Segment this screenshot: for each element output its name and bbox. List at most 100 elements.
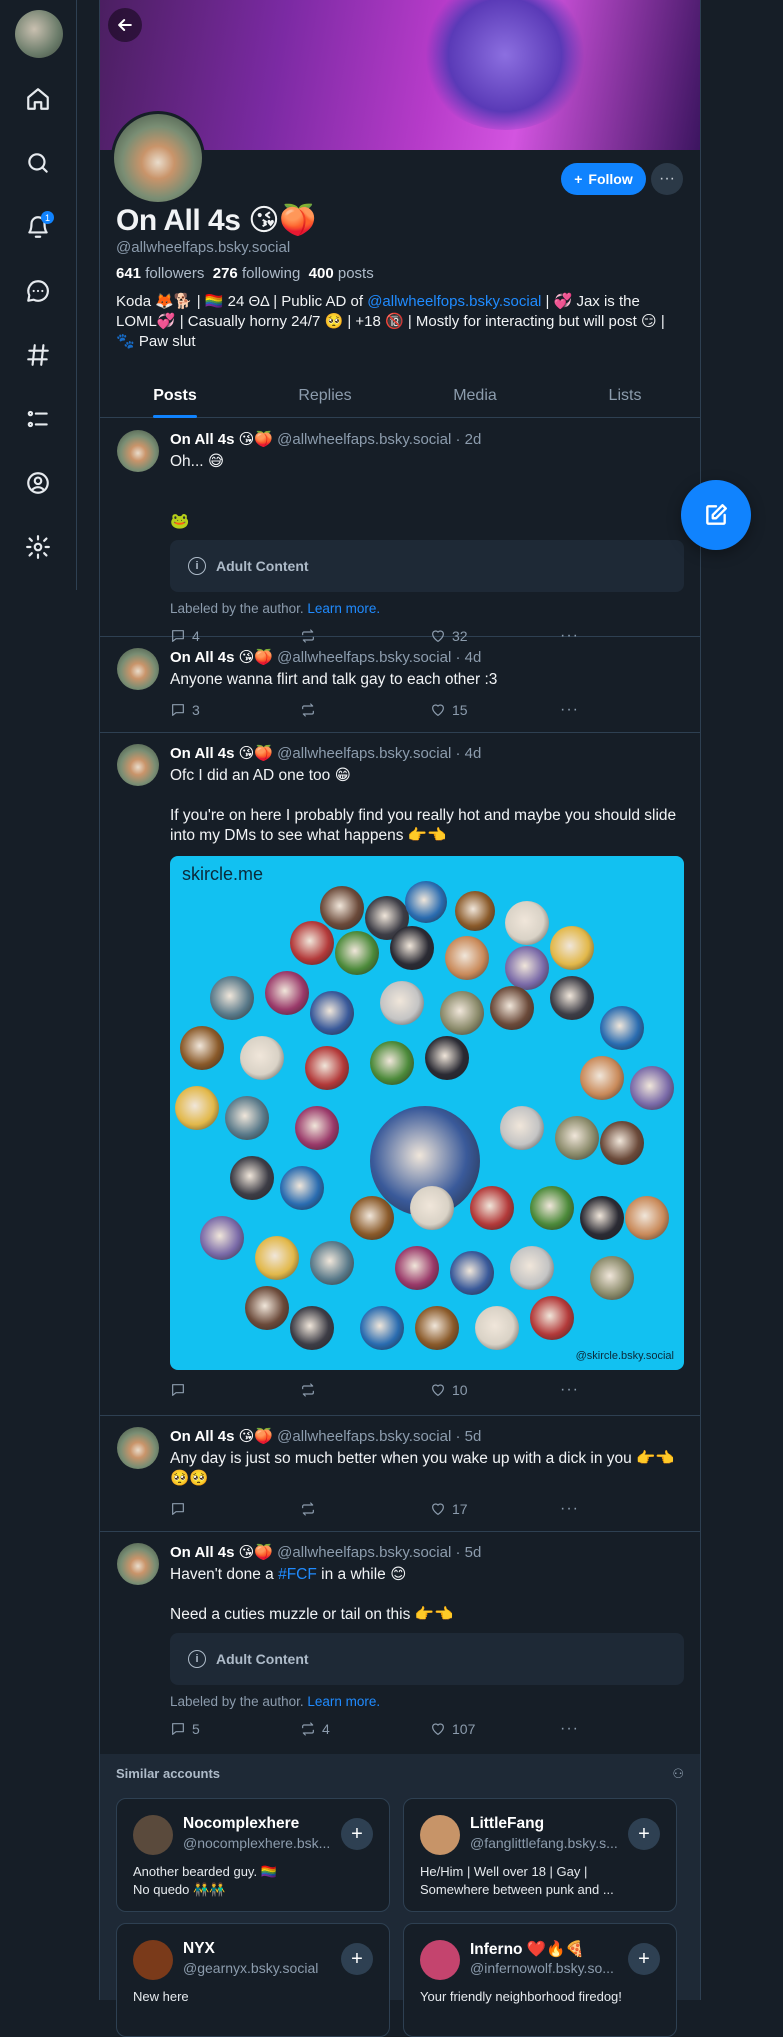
learn-more-link[interactable]: Learn more. [307, 601, 380, 616]
ellipsis-icon: ··· [560, 1381, 579, 1398]
post-author-avatar[interactable] [117, 1543, 159, 1585]
post-author-avatar[interactable] [117, 648, 159, 690]
collage-avatar [335, 931, 379, 975]
reply-button[interactable] [170, 1501, 300, 1517]
reply-icon [172, 1384, 184, 1396]
account-handle: @gearnyx.bsky.social [183, 1960, 319, 1976]
search-icon[interactable] [20, 145, 56, 181]
post-author-name[interactable]: On All 4s 😘🍑 [170, 1544, 273, 1561]
similar-account-card[interactable]: Nocomplexhere @nocomplexhere.bsk... + An… [116, 1798, 390, 1912]
collage-avatar [425, 1036, 469, 1080]
account-handle: @nocomplexhere.bsk... [183, 1835, 331, 1851]
follow-account-button[interactable]: + [341, 1818, 373, 1850]
collage-avatar [505, 901, 549, 945]
similar-account-card[interactable]: Inferno ❤️🔥🍕 @infernowolf.bsky.so... + Y… [403, 1923, 677, 2037]
post-author-avatar[interactable] [117, 430, 159, 472]
list-icon[interactable] [20, 401, 56, 437]
adult-content-warning[interactable]: i Adult Content [170, 1633, 684, 1685]
account-handle: @infernowolf.bsky.so... [470, 1960, 614, 1976]
post-header: On All 4s 😘🍑 @allwheelfaps.bsky.social ·… [170, 744, 684, 764]
post-author-name[interactable]: On All 4s 😘🍑 [170, 431, 273, 448]
follow-button[interactable]: + Follow [561, 163, 646, 195]
following-link[interactable]: 276 following [213, 265, 301, 282]
repost-icon [302, 1383, 314, 1397]
post-text: Oh... 😅 🐸 [170, 453, 225, 530]
post-item[interactable]: On All 4s 😘🍑 @allwheelfaps.bsky.social ·… [100, 418, 700, 644]
post-author-name[interactable]: On All 4s 😘🍑 [170, 1428, 273, 1445]
like-button[interactable]: 10 [430, 1382, 560, 1398]
account-avatar [420, 1940, 460, 1980]
hashtag-icon[interactable] [20, 337, 56, 373]
similar-account-card[interactable]: LittleFang @fanglittlefang.bsky.s... + H… [403, 1798, 677, 1912]
post-actions: 3 15 ··· [170, 700, 684, 720]
post-actions: 5 4 107 ··· [170, 1719, 684, 1739]
post-author-avatar[interactable] [117, 1427, 159, 1469]
home-icon[interactable] [20, 81, 56, 117]
post-author-name[interactable]: On All 4s 😘🍑 [170, 745, 273, 762]
reply-button[interactable] [170, 1382, 300, 1398]
person-add-icon[interactable]: ⚇ [672, 1766, 684, 1782]
repost-button[interactable] [300, 1501, 430, 1517]
collage-avatar [530, 1296, 574, 1340]
compose-button[interactable] [681, 480, 751, 550]
bio-mention-link[interactable]: @allwheelfops.bsky.social [367, 293, 541, 310]
like-button[interactable]: 15 [430, 702, 560, 718]
profile-more-button[interactable]: ··· [651, 163, 683, 195]
followers-link[interactable]: 641 followers [116, 265, 204, 282]
post-meta: @allwheelfaps.bsky.social · 2d [272, 431, 482, 448]
chat-icon[interactable] [20, 273, 56, 309]
repost-button[interactable] [300, 1382, 430, 1398]
post-item[interactable]: On All 4s 😘🍑 @allwheelfaps.bsky.social ·… [100, 1415, 700, 1532]
profile-icon[interactable] [20, 465, 56, 501]
collage-avatar [445, 936, 489, 980]
reply-button[interactable]: 3 [170, 702, 300, 718]
repost-button[interactable] [300, 702, 430, 718]
collage-avatar [530, 1186, 574, 1230]
post-more-button[interactable]: ··· [560, 1720, 579, 1738]
collage-avatar [550, 926, 594, 970]
back-button[interactable] [108, 8, 142, 42]
collage-avatar [310, 1241, 354, 1285]
collage-avatar [505, 946, 549, 990]
post-text: Anyone wanna flirt and talk gay to each … [170, 671, 498, 688]
post-item[interactable]: On All 4s 😘🍑 @allwheelfaps.bsky.social ·… [100, 1531, 700, 1755]
bell-icon[interactable]: 1 [20, 209, 56, 245]
repost-button[interactable]: 4 [300, 1721, 430, 1737]
post-more-button[interactable]: ··· [560, 701, 579, 719]
follow-account-button[interactable]: + [628, 1943, 660, 1975]
like-button[interactable]: 17 [430, 1501, 560, 1517]
tab-posts[interactable]: Posts [100, 375, 250, 418]
current-user-avatar[interactable] [15, 10, 63, 58]
collage-avatar [410, 1186, 454, 1230]
tab-lists[interactable]: Lists [550, 375, 700, 417]
ellipsis-icon: ··· [560, 1720, 579, 1737]
collage-avatar [380, 981, 424, 1025]
post-image[interactable]: skircle.me @skircle.bsky.social [170, 856, 684, 1370]
similar-account-card[interactable]: NYX @gearnyx.bsky.social + New here [116, 1923, 390, 2037]
post-text: Haven't done a #FCF in a while 😊 Need a … [170, 1566, 454, 1623]
reply-button[interactable]: 5 [170, 1721, 300, 1737]
collage-avatar [200, 1216, 244, 1260]
post-more-button[interactable]: ··· [560, 1500, 579, 1518]
post-more-button[interactable]: ··· [560, 1381, 579, 1399]
hashtag-link[interactable]: #FCF [278, 1566, 317, 1583]
follow-account-button[interactable]: + [341, 1943, 373, 1975]
post-item[interactable]: On All 4s 😘🍑 @allwheelfaps.bsky.social ·… [100, 636, 700, 733]
collage-avatar [455, 891, 495, 931]
tab-media[interactable]: Media [400, 375, 550, 417]
post-author-name[interactable]: On All 4s 😘🍑 [170, 649, 273, 666]
post-author-avatar[interactable] [117, 744, 159, 786]
profile-avatar[interactable] [111, 111, 205, 205]
learn-more-link[interactable]: Learn more. [307, 1694, 380, 1709]
collage-avatar [555, 1116, 599, 1160]
like-button[interactable]: 107 [430, 1721, 560, 1737]
tab-replies[interactable]: Replies [250, 375, 400, 417]
collage-avatar [295, 1106, 339, 1150]
post-header: On All 4s 😘🍑 @allwheelfaps.bsky.social ·… [170, 1543, 684, 1563]
follow-account-button[interactable]: + [628, 1818, 660, 1850]
post-text: Any day is just so much better when you … [170, 1450, 675, 1487]
post-item[interactable]: On All 4s 😘🍑 @allwheelfaps.bsky.social ·… [100, 732, 700, 1416]
arrow-left-icon [118, 19, 132, 31]
adult-content-warning[interactable]: i Adult Content [170, 540, 684, 592]
settings-icon[interactable] [20, 529, 56, 565]
